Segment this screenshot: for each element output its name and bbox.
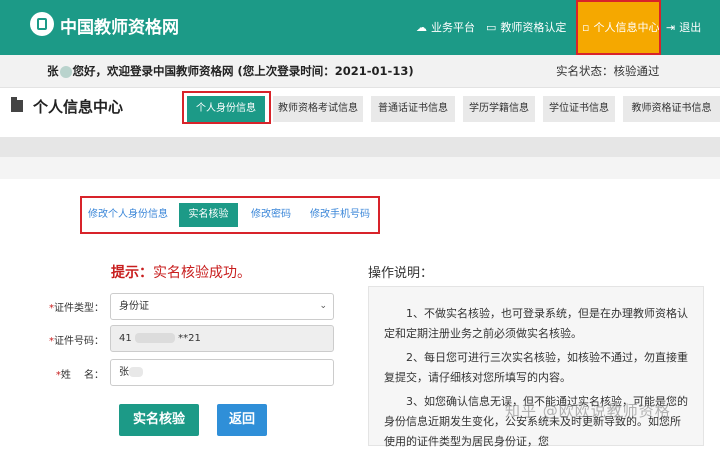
name-field[interactable]: 张 (110, 359, 334, 386)
welcome-message: 张您好，欢迎登录中国教师资格网 (您上次登录时间：2021-01-13) (47, 63, 414, 79)
id-number-field[interactable]: 41 **21 (110, 325, 334, 352)
instruction-2: 2、每日您可进行三次实名核验，如核验不通过，勿直接重复提交，请仔细核对您所填写的… (384, 351, 688, 384)
highlight-box-tab (182, 91, 271, 124)
verify-button[interactable]: 实名核验 (119, 404, 199, 436)
name-label: *姓 名： (55, 370, 104, 381)
folder-icon (11, 97, 23, 112)
blurred-name (59, 65, 72, 78)
cloud-icon: ☁ (416, 21, 427, 34)
id-number-start: 41 (119, 333, 132, 344)
divider-strip (0, 137, 720, 157)
id-number-end: **21 (178, 333, 201, 344)
tab-teacher-cert[interactable]: 教师资格证书信息 (623, 96, 720, 122)
id-type-value: 身份证 (119, 301, 149, 312)
site-title[interactable]: 中国教师资格网 (60, 13, 179, 38)
blurred-id-number (134, 333, 175, 343)
nav-logout-label: 退出 (679, 21, 702, 34)
name-value: 张 (119, 367, 129, 378)
instructions-title: 操作说明： (368, 266, 434, 281)
logout-icon: ⇥ (666, 21, 676, 34)
blurred-name-field (129, 367, 143, 377)
tab-degree-cert[interactable]: 学位证书信息 (543, 96, 615, 122)
name-label-text: 姓 名： (60, 370, 104, 381)
id-type-select[interactable]: 身份证 ⌄ (110, 293, 334, 320)
tip-prefix: 提示： (111, 265, 153, 281)
tab-mandarin-cert[interactable]: 普通话证书信息 (371, 96, 455, 122)
id-type-label: *证件类型： (49, 303, 104, 314)
welcome-text: 您好，欢迎登录中国教师资格网 (您上次登录时间：2021-01-13) (72, 64, 414, 78)
user-name: 张 (47, 64, 59, 78)
highlight-box-subtabs (80, 196, 380, 234)
site-logo-icon[interactable] (30, 12, 54, 36)
instruction-1: 1、不做实名核验，也可登录系统，但是在办理教师资格认定和定期注册业务之前必须做实… (384, 307, 688, 340)
tip-message: 提示：实名核验成功。 (111, 262, 251, 282)
welcome-bar: 张您好，欢迎登录中国教师资格网 (您上次登录时间：2021-01-13) 实名状… (0, 55, 720, 88)
nav-logout[interactable]: ⇥ 退出 (666, 0, 701, 55)
verification-status: 实名状态：核验通过 (556, 64, 660, 78)
id-number-label-text: 证件号码： (54, 336, 104, 347)
tip-text: 实名核验成功。 (153, 265, 251, 281)
id-number-label: *证件号码： (49, 336, 104, 347)
highlight-box-nav (576, 0, 661, 55)
nav-business-label: 业务平台 (431, 21, 475, 34)
nav-business-platform[interactable]: ☁ 业务平台 (416, 0, 475, 55)
page-title: 个人信息中心 (33, 98, 124, 116)
nav-certification-label: 教师资格认定 (500, 21, 567, 34)
tab-exam-info[interactable]: 教师资格考试信息 (273, 96, 363, 122)
watermark: 知乎 @欧欧说教师资格 (505, 402, 671, 420)
monitor-icon: ▭ (486, 21, 497, 34)
tab-education-info[interactable]: 学历学籍信息 (463, 96, 535, 122)
chevron-down-icon: ⌄ (319, 301, 327, 311)
id-type-label-text: 证件类型： (54, 303, 104, 314)
divider-strip-light (0, 157, 720, 179)
nav-certification[interactable]: ▭ 教师资格认定 (486, 0, 566, 55)
back-button[interactable]: 返回 (217, 404, 267, 436)
